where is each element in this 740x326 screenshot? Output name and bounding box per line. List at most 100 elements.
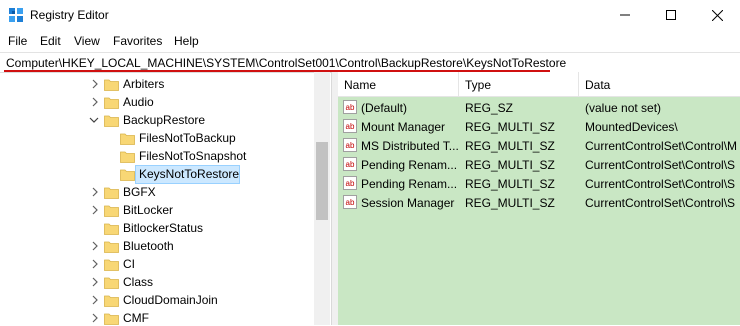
value-type: REG_MULTI_SZ [465,158,555,172]
tree-item-clouddomainjoin[interactable]: CloudDomainJoin [0,291,300,309]
pane-splitter[interactable] [331,72,338,325]
minimize-button[interactable] [602,0,648,30]
value-name: Pending Renam... [361,158,458,172]
tree-item-label: BackupRestore [123,113,206,127]
list-header: Name Type Data [338,72,740,97]
chevron-right-icon[interactable] [90,96,100,108]
tree-item-keysnottorestore-selected[interactable]: KeysNotToRestore [0,165,300,184]
value-data: CurrentControlSet\Control\M [585,139,738,153]
svg-text:ab: ab [346,141,355,150]
tree-item-ci[interactable]: CI [0,255,300,273]
menu-view[interactable]: View [74,34,100,48]
value-row[interactable]: ab MS Distributed T... REG_MULTI_SZ Curr… [338,136,740,155]
menu-edit[interactable]: Edit [40,34,61,48]
tree-item-label: BGFX [123,185,156,199]
chevron-right-icon[interactable] [90,78,100,90]
tree-item-filesnottosnapshot[interactable]: FilesNotToSnapshot [0,147,300,165]
tree-item-label: Audio [123,95,154,109]
tree-item-arbiters[interactable]: Arbiters [0,75,300,93]
tree-item-label: CloudDomainJoin [123,293,218,307]
chevron-right-icon[interactable] [90,240,100,252]
maximize-icon [666,10,676,20]
folder-icon [104,241,119,253]
value-data: MountedDevices\ [585,120,678,134]
tree-item-bluetooth[interactable]: Bluetooth [0,237,300,255]
scrollbar-thumb[interactable] [316,142,328,220]
tree-item-label: Bluetooth [123,239,174,253]
folder-open-icon [120,169,135,181]
menu-help[interactable]: Help [174,34,199,48]
maximize-button[interactable] [648,0,694,30]
value-name: (Default) [361,101,408,115]
key-tree[interactable]: Arbiters Audio BackupRestore FilesNotToB… [0,72,331,326]
chevron-right-icon[interactable] [90,312,100,324]
column-divider[interactable] [458,72,459,96]
tree-item-label: FilesNotToBackup [139,131,236,145]
registry-editor-app-icon [9,8,23,22]
folder-icon [120,151,135,163]
chevron-right-icon[interactable] [90,204,100,216]
tree-item-bgfx[interactable]: BGFX [0,183,300,201]
value-data: CurrentControlSet\Control\S [585,177,736,191]
string-value-icon: ab [343,100,357,114]
address-path[interactable]: Computer\HKEY_LOCAL_MACHINE\SYSTEM\Contr… [6,56,566,70]
value-row[interactable]: ab Session Manager REG_MULTI_SZ CurrentC… [338,193,740,212]
tree-item-filesnottobackup[interactable]: FilesNotToBackup [0,129,300,147]
value-row[interactable]: ab Mount Manager REG_MULTI_SZ MountedDev… [338,117,740,136]
tree-item-bitlockerstatus[interactable]: BitlockerStatus [0,219,300,237]
chevron-right-icon[interactable] [90,258,100,270]
title-bar: Registry Editor [0,0,740,30]
values-list[interactable]: Name Type Data ab (Default) REG_SZ (valu… [338,72,740,325]
folder-icon [104,295,119,307]
column-header-data[interactable]: Data [585,78,610,92]
svg-text:ab: ab [346,103,355,112]
value-type: REG_MULTI_SZ [465,177,555,191]
svg-text:ab: ab [346,179,355,188]
column-header-type[interactable]: Type [465,78,491,92]
folder-icon [104,97,119,109]
menu-file[interactable]: File [8,34,27,48]
value-type: REG_MULTI_SZ [465,120,555,134]
tree-item-backuprestore[interactable]: BackupRestore [0,111,300,129]
values-list-body[interactable]: ab (Default) REG_SZ (value not set) ab M… [338,97,740,325]
tree-item-label: CMF [123,311,149,325]
chevron-down-icon[interactable] [89,114,99,126]
tree-item-label: FilesNotToSnapshot [139,149,247,163]
folder-icon [104,259,119,271]
tree-item-label: BitLocker [123,203,174,217]
menu-favorites[interactable]: Favorites [113,34,162,48]
value-type: REG_SZ [465,101,514,115]
string-value-icon: ab [343,138,357,152]
tree-scrollbar[interactable] [314,72,330,325]
tree-item-bitlocker[interactable]: BitLocker [0,201,300,219]
tree-item-class[interactable]: Class [0,273,300,291]
window-title: Registry Editor [30,8,109,22]
value-row[interactable]: ab Pending Renam... REG_MULTI_SZ Current… [338,174,740,193]
chevron-right-icon[interactable] [90,294,100,306]
folder-icon [104,79,119,91]
chevron-right-icon[interactable] [90,276,100,288]
string-value-icon: ab [343,157,357,171]
value-name: MS Distributed T... [361,139,458,153]
value-name: Session Manager [361,196,455,210]
column-divider[interactable] [578,72,579,96]
menu-bar: File Edit View Favorites Help [0,30,740,52]
column-header-name[interactable]: Name [344,78,376,92]
tree-item-label: BitlockerStatus [123,221,204,235]
address-bar[interactable]: Computer\HKEY_LOCAL_MACHINE\SYSTEM\Contr… [0,52,740,73]
svg-text:ab: ab [346,160,355,169]
value-row[interactable]: ab Pending Renam... REG_MULTI_SZ Current… [338,155,740,174]
folder-icon [104,277,119,289]
svg-text:ab: ab [346,198,355,207]
value-data: (value not set) [585,101,662,115]
tree-item-cmf[interactable]: CMF [0,309,300,326]
value-name: Mount Manager [361,120,446,134]
string-value-icon: ab [343,195,357,209]
value-type: REG_MULTI_SZ [465,196,555,210]
folder-icon [104,313,119,325]
close-button[interactable] [694,0,740,30]
chevron-right-icon[interactable] [90,186,100,198]
value-data: CurrentControlSet\Control\S [585,196,736,210]
tree-item-audio[interactable]: Audio [0,93,300,111]
value-row[interactable]: ab (Default) REG_SZ (value not set) [338,98,740,117]
